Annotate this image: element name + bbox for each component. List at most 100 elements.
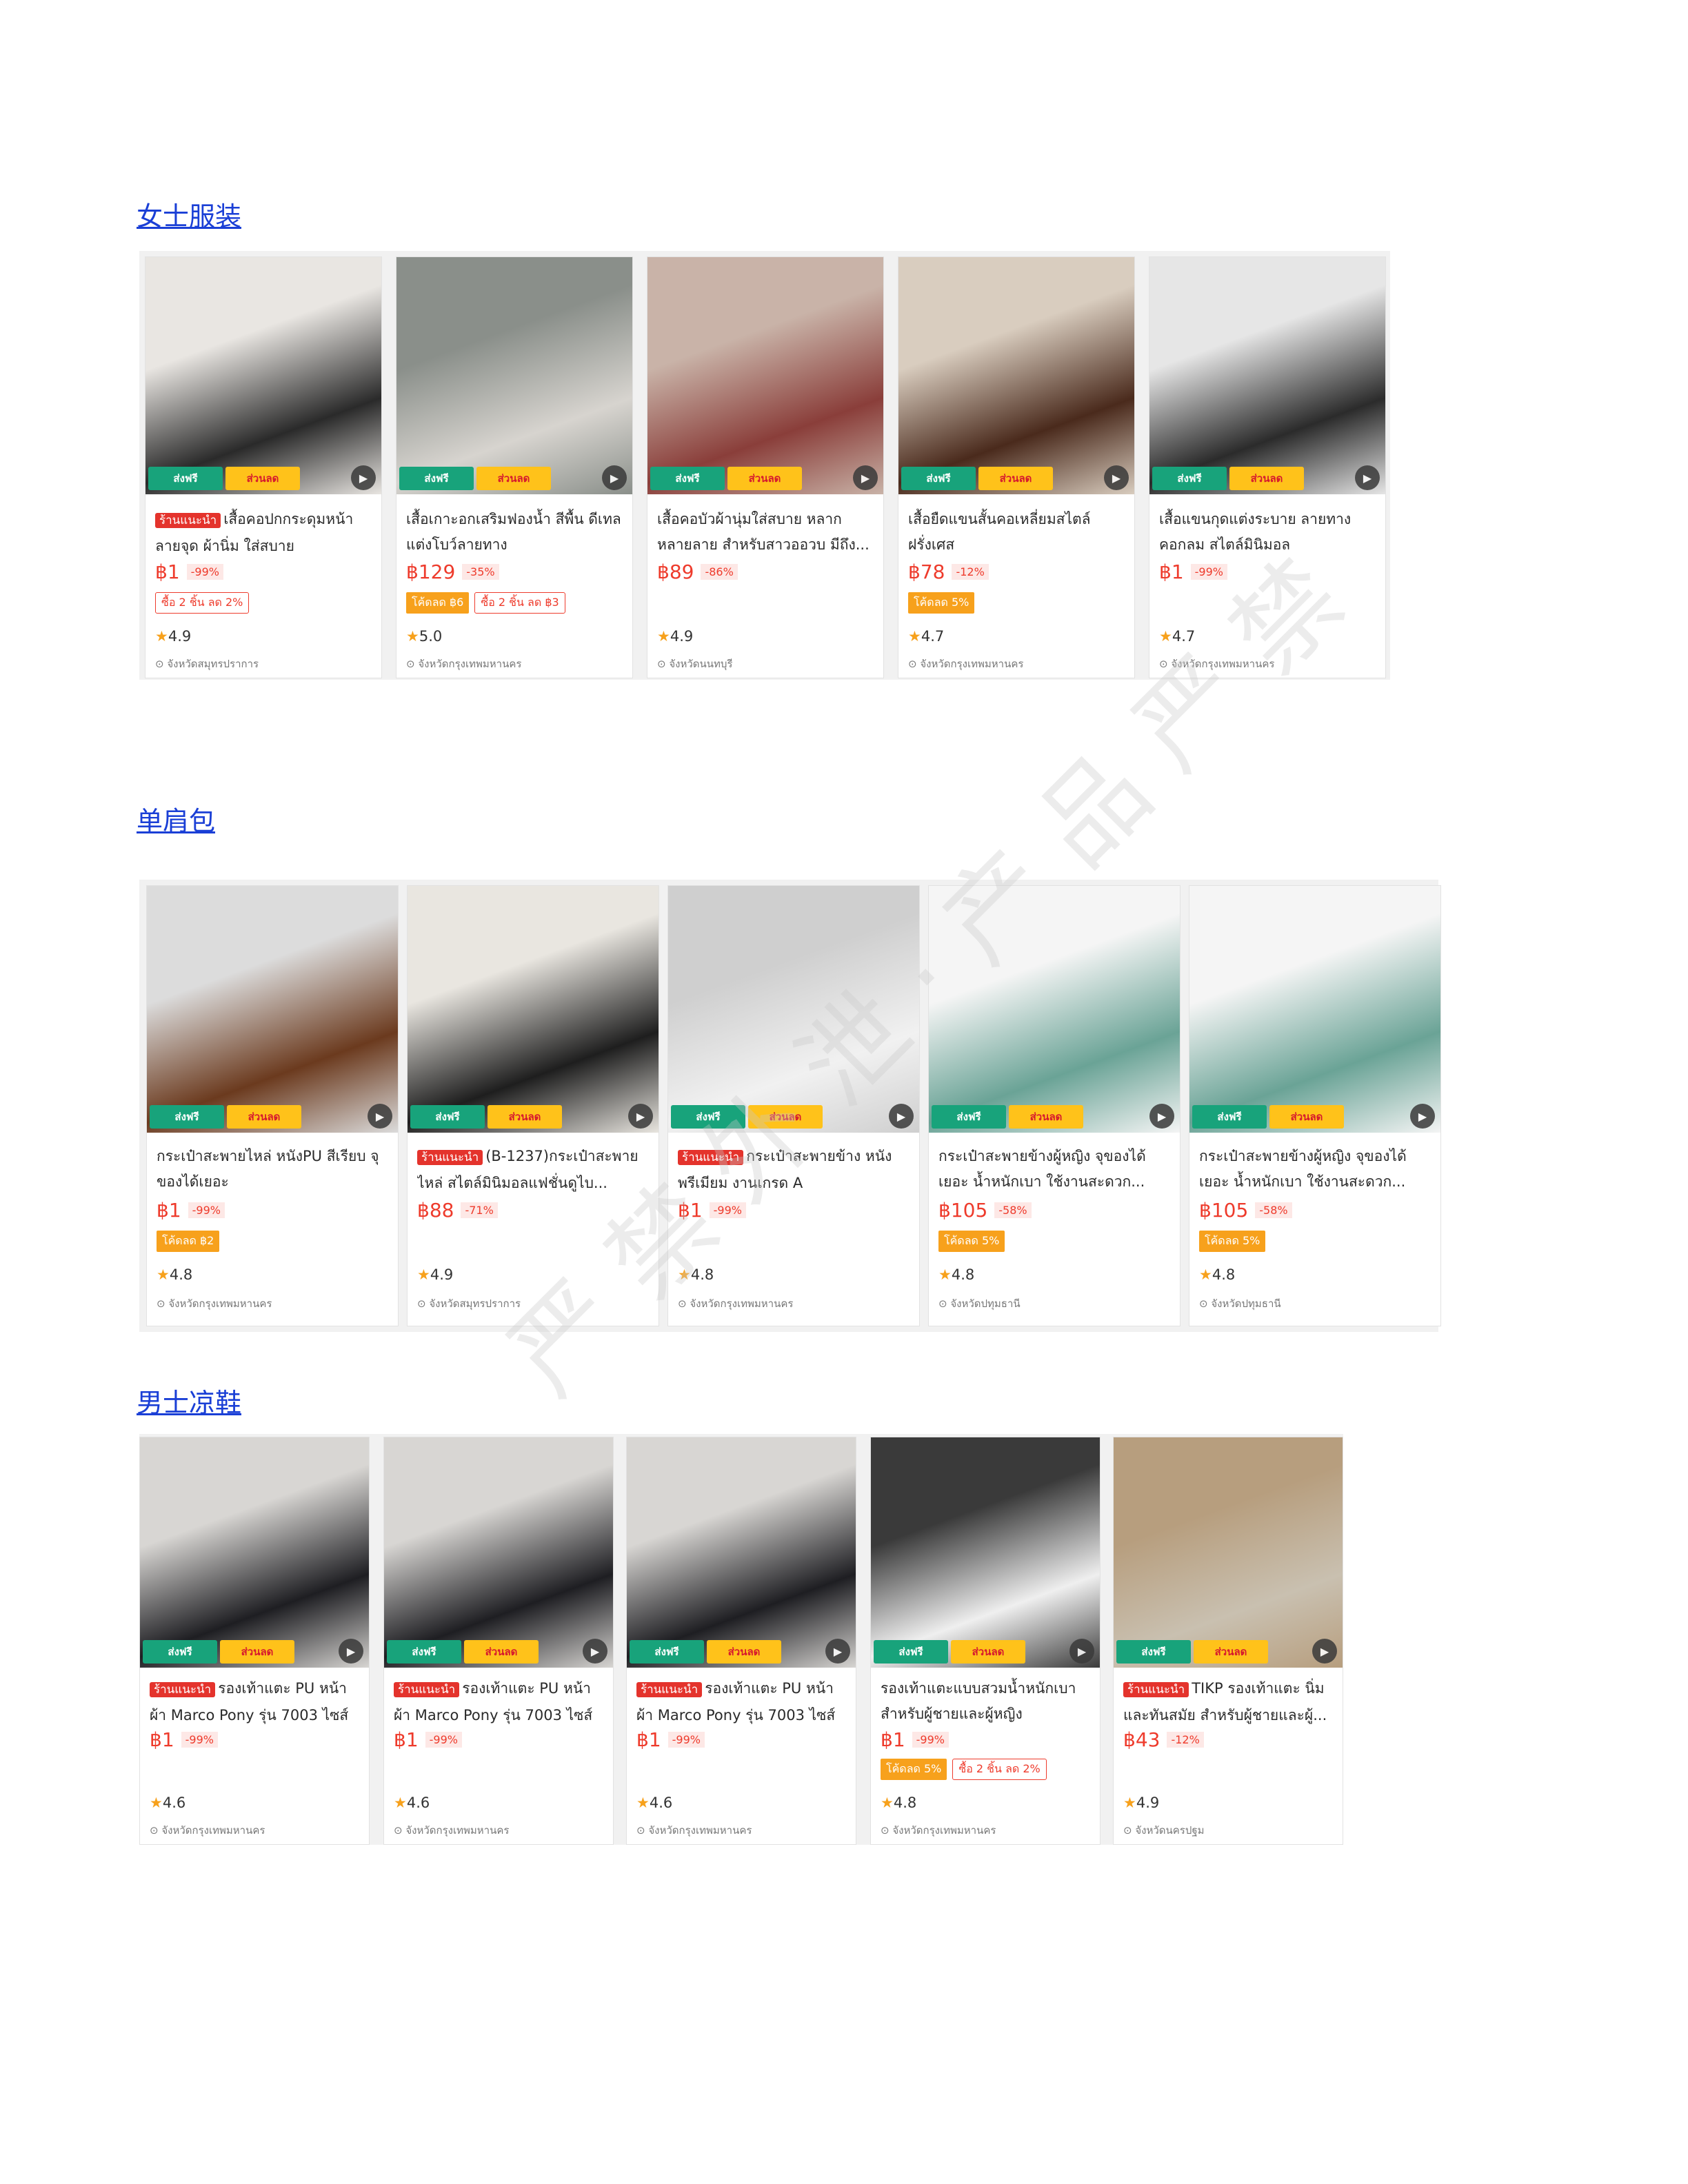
product-name-text: เสื้อแขนกุดแต่งระบาย ลายทางคอกลม สไตล์มิ… <box>1159 511 1352 553</box>
product-card[interactable]: ส่งฟรี ส่วนลด ▶ เสื้อแขนกุดแต่งระบาย ลายทาง… <box>1149 256 1386 678</box>
product-image[interactable] <box>929 886 1180 1133</box>
product-image[interactable] <box>627 1437 856 1668</box>
product-image[interactable] <box>647 257 883 494</box>
play-icon[interactable]: ▶ <box>825 1639 850 1664</box>
coupon-tag[interactable]: โค้ดลด 5% <box>1199 1231 1266 1252</box>
product-name[interactable]: ร้านแนะนำ กระเป๋าสะพายข้าง หนังพรีเมียม ง… <box>678 1144 910 1195</box>
product-card[interactable]: ส่งฟรี ส่วนลด ▶ ร้านแนะนำ เสื้อคอปกกระดุมหน้… <box>145 256 382 678</box>
recommended-shop-tag: ร้านแนะนำ <box>155 513 221 528</box>
product-name-text: กระเป๋าสะพายข้างผู้หญิง จุของได้เยอะ น้ำ… <box>938 1148 1146 1190</box>
product-name[interactable]: เสื้อเกาะอกเสริมฟองน้ำ สีพื้น ดีเทลแต่งโ… <box>406 507 623 558</box>
price: ฿1 <box>1159 560 1184 583</box>
product-image[interactable] <box>408 886 659 1133</box>
coupon-tag[interactable]: โค้ดลด 5% <box>881 1759 947 1780</box>
product-card[interactable]: ส่งฟรี ส่วนลด ▶ กระเป๋าสะพายข้างผู้หญิง จุข… <box>928 885 1180 1326</box>
location-pin-icon: ⊙ <box>394 1824 406 1837</box>
product-card[interactable]: ส่งฟรี ส่วนลด ▶ เสื้อคอบัวผ้านุ่มใส่สบาย หล… <box>647 256 884 678</box>
rating: ★4.9 <box>1123 1794 1159 1811</box>
rating-value: 4.9 <box>430 1266 454 1283</box>
section-title-mens-sandals[interactable]: 男士凉鞋 <box>137 1382 241 1419</box>
play-icon[interactable]: ▶ <box>628 1104 653 1129</box>
coupon-tag[interactable]: โค้ดลด ฿6 <box>406 592 470 614</box>
play-icon[interactable]: ▶ <box>889 1104 914 1129</box>
discount-badge: ส่วนลด <box>1269 1105 1344 1129</box>
play-icon[interactable]: ▶ <box>1312 1639 1337 1664</box>
free-shipping-badge: ส่งฟรี <box>874 1640 948 1664</box>
coupon-tag[interactable]: โค้ดลด 5% <box>908 592 975 614</box>
location-text: จังหวัดสมุทรปราการ <box>167 658 259 670</box>
coupon-tag[interactable]: โค้ดลด ฿2 <box>157 1231 220 1252</box>
section-title-shoulder-bags[interactable]: 单肩包 <box>137 800 215 838</box>
location-pin-icon: ⊙ <box>938 1297 951 1310</box>
product-name[interactable]: กระเป๋าสะพายไหล่ หนังPU สีเรียบ จุของได้… <box>157 1144 388 1195</box>
discount-percent: -99% <box>709 1202 746 1218</box>
product-image[interactable] <box>668 886 919 1133</box>
bundle-discount-tag[interactable]: ซื้อ 2 ชิ้น ลด 2% <box>952 1759 1047 1780</box>
play-icon[interactable]: ▶ <box>1069 1639 1094 1664</box>
product-card[interactable]: ส่งฟรี ส่วนลด ▶ ร้านแนะนำ กระเป๋าสะพายข้าง ห… <box>667 885 920 1326</box>
price: ฿1 <box>150 1728 174 1751</box>
product-card[interactable]: ส่งฟรี ส่วนลด ▶ กระเป๋าสะพายไหล่ หนังPU สีเ… <box>146 885 399 1326</box>
product-name[interactable]: กระเป๋าสะพายข้างผู้หญิง จุของได้เยอะ น้ำ… <box>938 1144 1170 1195</box>
product-name[interactable]: รองเท้าแตะแบบสวมน้ำหนักเบา สำหรับผู้ชายแ… <box>881 1676 1090 1727</box>
play-icon[interactable]: ▶ <box>602 465 627 490</box>
price-row: ฿88 -71% <box>417 1199 498 1222</box>
product-name[interactable]: เสื้อแขนกุดแต่งระบาย ลายทางคอกลม สไตล์มิ… <box>1159 507 1376 558</box>
bundle-discount-tag[interactable]: ซื้อ 2 ชิ้น ลด 2% <box>155 592 250 614</box>
free-shipping-badge: ส่งฟรี <box>671 1105 745 1129</box>
product-name[interactable]: ร้านแนะนำ รองเท้าแตะ PU หน้าผ้า Marco Pon… <box>394 1676 603 1727</box>
play-icon[interactable]: ▶ <box>368 1104 392 1129</box>
product-image[interactable] <box>140 1437 369 1668</box>
location-pin-icon: ⊙ <box>1159 658 1172 670</box>
product-card[interactable]: ส่งฟรี ส่วนลด ▶ กระเป๋าสะพายข้างผู้หญิง จุข… <box>1189 885 1441 1326</box>
product-card[interactable]: ส่งฟรี ส่วนลด ▶ ร้านแนะนำ รองเท้าแตะ PU หน้า… <box>139 1437 370 1845</box>
product-image[interactable] <box>1149 257 1385 494</box>
play-icon[interactable]: ▶ <box>351 465 376 490</box>
rating: ★4.8 <box>938 1266 974 1283</box>
product-name[interactable]: เสื้อคอบัวผ้านุ่มใส่สบาย หลากหลายลาย สำห… <box>657 507 874 558</box>
product-image[interactable] <box>898 257 1134 494</box>
product-card[interactable]: ส่งฟรี ส่วนลด ▶ รองเท้าแตะแบบสวมน้ำหนักเบา … <box>870 1437 1101 1845</box>
product-image[interactable] <box>396 257 632 494</box>
section-title-womens-clothing[interactable]: 女士服装 <box>137 195 241 233</box>
product-name[interactable]: กระเป๋าสะพายข้างผู้หญิง จุของได้เยอะ น้ำ… <box>1199 1144 1431 1195</box>
location: ⊙ จังหวัดกรุงเทพมหานคร <box>150 1822 265 1839</box>
product-name[interactable]: ร้านแนะนำ (B-1237)กระเป๋าสะพายไหล่ สไตล์ม… <box>417 1144 649 1195</box>
product-image[interactable] <box>871 1437 1100 1668</box>
product-image[interactable] <box>1189 886 1440 1133</box>
coupon-tag[interactable]: โค้ดลด 5% <box>938 1231 1005 1252</box>
product-image[interactable] <box>145 257 381 494</box>
play-icon[interactable]: ▶ <box>1149 1104 1174 1129</box>
product-card[interactable]: ส่งฟรี ส่วนลด ▶ เสื้อเกาะอกเสริมฟองน้ำ สีพื… <box>396 256 633 678</box>
play-icon[interactable]: ▶ <box>1104 465 1129 490</box>
play-icon[interactable]: ▶ <box>583 1639 607 1664</box>
product-name[interactable]: ร้านแนะนำ รองเท้าแตะ PU หน้าผ้า Marco Pon… <box>636 1676 846 1727</box>
free-shipping-badge: ส่งฟรี <box>1116 1640 1191 1664</box>
product-card[interactable]: ส่งฟรี ส่วนลด ▶ ร้านแนะนำ รองเท้าแตะ PU หน้า… <box>626 1437 856 1845</box>
play-icon[interactable]: ▶ <box>339 1639 363 1664</box>
rating-value: 5.0 <box>419 628 443 645</box>
price-row: ฿1 -99% <box>150 1728 218 1751</box>
promo-row: โค้ดลด ฿2 <box>157 1231 220 1252</box>
bundle-discount-tag[interactable]: ซื้อ 2 ชิ้น ลด ฿3 <box>474 592 565 614</box>
product-name[interactable]: ร้านแนะนำ รองเท้าแตะ PU หน้าผ้า Marco Pon… <box>150 1676 359 1727</box>
rating-value: 4.8 <box>169 1266 193 1283</box>
price-row: ฿1 -99% <box>1159 560 1227 583</box>
product-card[interactable]: ส่งฟรี ส่วนลด ▶ ร้านแนะนำ รองเท้าแตะ PU หน้า… <box>383 1437 614 1845</box>
product-card[interactable]: ส่งฟรี ส่วนลด ▶ ร้านแนะนำ (B-1237)กระเป๋าสะพ… <box>407 885 659 1326</box>
product-image[interactable] <box>147 886 398 1133</box>
rating: ★4.8 <box>157 1266 192 1283</box>
location-pin-icon: ⊙ <box>1199 1297 1212 1310</box>
play-icon[interactable]: ▶ <box>1355 465 1380 490</box>
play-icon[interactable]: ▶ <box>1410 1104 1435 1129</box>
product-image[interactable] <box>1114 1437 1343 1668</box>
product-card[interactable]: ส่งฟรี ส่วนลด ▶ เสื้อยืดแขนสั้นคอเหลี่ยมสไต… <box>898 256 1135 678</box>
play-icon[interactable]: ▶ <box>853 465 878 490</box>
product-image[interactable] <box>384 1437 613 1668</box>
shipping-badges: ส่งฟรี ส่วนลด <box>630 1640 781 1664</box>
product-name[interactable]: ร้านแนะนำ TIKP รองเท้าแตะ นิ่ม และทันสมัย… <box>1123 1676 1333 1727</box>
product-name[interactable]: ร้านแนะนำ เสื้อคอปกกระดุมหน้า ลายจุด ผ้าน… <box>155 507 372 558</box>
product-name-text: รองเท้าแตะแบบสวมน้ำหนักเบา สำหรับผู้ชายแ… <box>881 1680 1076 1722</box>
product-card[interactable]: ส่งฟรี ส่วนลด ▶ ร้านแนะนำ TIKP รองเท้าแตะ นิ… <box>1113 1437 1343 1845</box>
product-name[interactable]: เสื้อยืดแขนสั้นคอเหลี่ยมสไตล์ฝรั่งเศส <box>908 507 1125 558</box>
